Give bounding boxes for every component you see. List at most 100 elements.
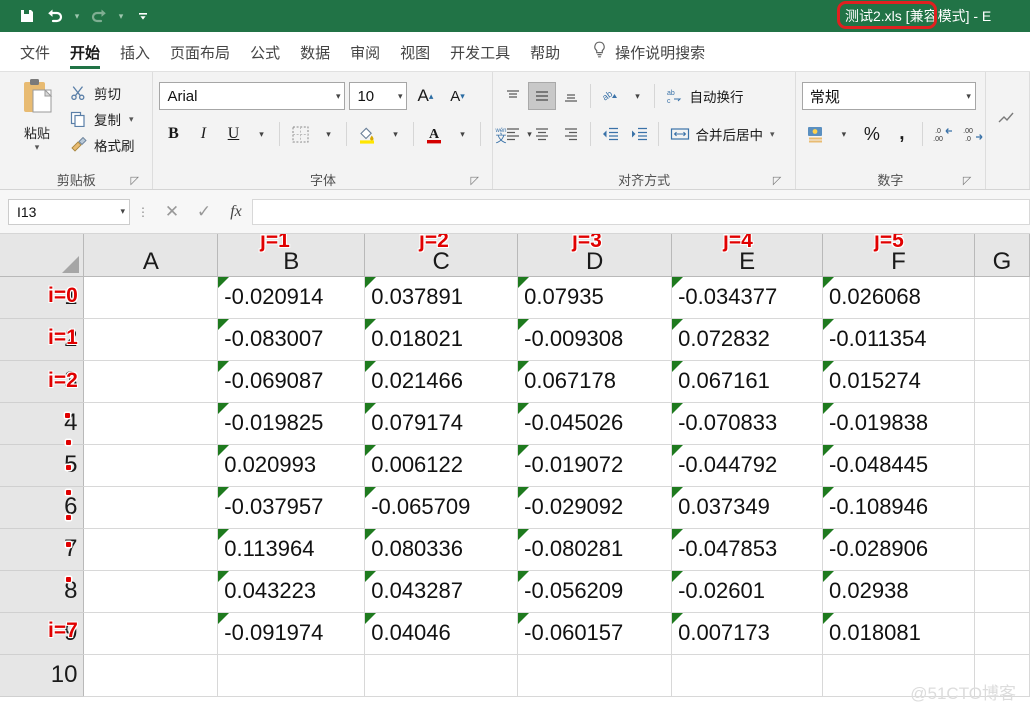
- cell-b7[interactable]: 0.113964: [217, 528, 366, 571]
- fx-icon[interactable]: fx: [220, 199, 252, 225]
- cell-b4[interactable]: -0.019825: [217, 402, 366, 445]
- cell-a8[interactable]: [83, 570, 219, 613]
- cell-a5[interactable]: [83, 444, 219, 487]
- row-header-9[interactable]: 9: [0, 612, 85, 655]
- cell-f5[interactable]: -0.048445: [822, 444, 975, 487]
- column-header-f[interactable]: F: [822, 234, 975, 277]
- cut-button[interactable]: 剪切: [68, 82, 137, 104]
- align-left-icon[interactable]: [499, 120, 527, 148]
- cell-a2[interactable]: [83, 318, 219, 361]
- row-header-1[interactable]: 1: [0, 276, 85, 319]
- cell-a4[interactable]: [83, 402, 219, 445]
- cell-d10[interactable]: [517, 654, 673, 697]
- paste-button[interactable]: 粘贴 ▾: [6, 76, 68, 152]
- tab-formulas[interactable]: 公式: [240, 42, 290, 71]
- row-header-2[interactable]: 2: [0, 318, 85, 361]
- align-top-icon[interactable]: [499, 82, 527, 110]
- increase-indent-icon[interactable]: [625, 120, 653, 148]
- cell-d9[interactable]: -0.060157: [517, 612, 673, 655]
- cell-b10[interactable]: [217, 654, 366, 697]
- row-header-3[interactable]: 3: [0, 360, 85, 403]
- row-header-6[interactable]: 6: [0, 486, 85, 529]
- formula-bar-grip[interactable]: ⋮: [130, 206, 156, 218]
- column-header-d[interactable]: D: [517, 234, 673, 277]
- undo-dropdown-icon[interactable]: ▾: [70, 4, 84, 28]
- tab-insert[interactable]: 插入: [110, 42, 160, 71]
- cell-d6[interactable]: -0.029092: [517, 486, 673, 529]
- cell-g6[interactable]: [974, 486, 1030, 529]
- cell-f6[interactable]: -0.108946: [822, 486, 975, 529]
- bold-button[interactable]: B: [159, 120, 187, 148]
- tell-me-search[interactable]: 操作说明搜索: [570, 41, 715, 71]
- increase-decimal-icon[interactable]: .0.00: [929, 120, 957, 148]
- cell-d4[interactable]: -0.045026: [517, 402, 673, 445]
- customize-qat-icon[interactable]: [130, 4, 156, 28]
- merge-dropdown-icon[interactable]: ▾: [770, 129, 775, 140]
- cell-g1[interactable]: [974, 276, 1030, 319]
- cell-e10[interactable]: [671, 654, 824, 697]
- cell-a3[interactable]: [83, 360, 219, 403]
- conditional-formatting-icon[interactable]: [992, 76, 1023, 133]
- cell-a6[interactable]: [83, 486, 219, 529]
- redo-dropdown-icon[interactable]: ▾: [114, 4, 128, 28]
- italic-button[interactable]: I: [189, 120, 217, 148]
- tab-review[interactable]: 审阅: [340, 42, 390, 71]
- cell-d2[interactable]: -0.009308: [517, 318, 673, 361]
- tab-file[interactable]: 文件: [10, 42, 60, 71]
- format-painter-button[interactable]: 格式刷: [68, 134, 137, 156]
- copy-dropdown-icon[interactable]: ▾: [129, 114, 134, 125]
- number-format-dropdown-icon[interactable]: ▾: [962, 91, 971, 102]
- cell-f9[interactable]: 0.018081: [822, 612, 975, 655]
- cell-f10[interactable]: [822, 654, 975, 697]
- cell-g10[interactable]: [974, 654, 1030, 697]
- cell-c4[interactable]: 0.079174: [364, 402, 519, 445]
- cell-c8[interactable]: 0.043287: [364, 570, 519, 613]
- font-name-dropdown-icon[interactable]: ▾: [332, 91, 341, 102]
- tab-view[interactable]: 视图: [390, 42, 440, 71]
- formula-input[interactable]: [252, 198, 1030, 225]
- cell-b5[interactable]: 0.020993: [217, 444, 366, 487]
- cell-b6[interactable]: -0.037957: [217, 486, 366, 529]
- cell-e7[interactable]: -0.047853: [671, 528, 824, 571]
- cell-g5[interactable]: [974, 444, 1030, 487]
- clipboard-dialog-launcher-icon[interactable]: ◸: [130, 175, 142, 187]
- borders-icon[interactable]: [286, 120, 314, 148]
- fill-color-dropdown-icon[interactable]: ▾: [383, 120, 407, 148]
- font-dialog-launcher-icon[interactable]: ◸: [470, 175, 482, 187]
- row-header-5[interactable]: 5: [0, 444, 85, 487]
- merge-center-button[interactable]: 合并后居中 ▾: [664, 120, 780, 148]
- cell-d7[interactable]: -0.080281: [517, 528, 673, 571]
- number-format-combo[interactable]: 常规 ▾: [801, 82, 976, 110]
- cell-c7[interactable]: 0.080336: [364, 528, 519, 571]
- column-header-a[interactable]: A: [83, 234, 219, 277]
- row-header-7[interactable]: 7: [0, 528, 85, 571]
- decrease-decimal-icon[interactable]: .00.0: [959, 120, 987, 148]
- alignment-dialog-launcher-icon[interactable]: ◸: [773, 175, 785, 187]
- column-header-e[interactable]: E: [671, 234, 824, 277]
- wrap-text-button[interactable]: ab c 自动换行: [660, 82, 749, 110]
- copy-button[interactable]: 复制 ▾: [68, 108, 137, 130]
- cell-e2[interactable]: 0.072832: [671, 318, 824, 361]
- cell-b2[interactable]: -0.083007: [217, 318, 366, 361]
- cell-a10[interactable]: [83, 654, 219, 697]
- decrease-indent-icon[interactable]: [596, 120, 624, 148]
- row-header-4[interactable]: 4: [0, 402, 85, 445]
- tab-data[interactable]: 数据: [290, 42, 340, 71]
- confirm-icon[interactable]: ✓: [188, 199, 220, 225]
- cell-c1[interactable]: 0.037891: [364, 276, 519, 319]
- cell-e6[interactable]: 0.037349: [671, 486, 824, 529]
- column-header-b[interactable]: B: [217, 234, 366, 277]
- cell-c10[interactable]: [364, 654, 519, 697]
- tab-help[interactable]: 帮助: [520, 42, 570, 71]
- cell-g9[interactable]: [974, 612, 1030, 655]
- cell-g2[interactable]: [974, 318, 1030, 361]
- redo-icon[interactable]: [86, 4, 112, 28]
- cell-a9[interactable]: [83, 612, 219, 655]
- decrease-font-size-button[interactable]: A ▾: [443, 82, 471, 110]
- select-all-corner[interactable]: [0, 234, 85, 277]
- orientation-icon[interactable]: ab: [596, 82, 624, 110]
- number-dialog-launcher-icon[interactable]: ◸: [963, 175, 975, 187]
- cell-f7[interactable]: -0.028906: [822, 528, 975, 571]
- cell-b8[interactable]: 0.043223: [217, 570, 366, 613]
- cell-d8[interactable]: -0.056209: [517, 570, 673, 613]
